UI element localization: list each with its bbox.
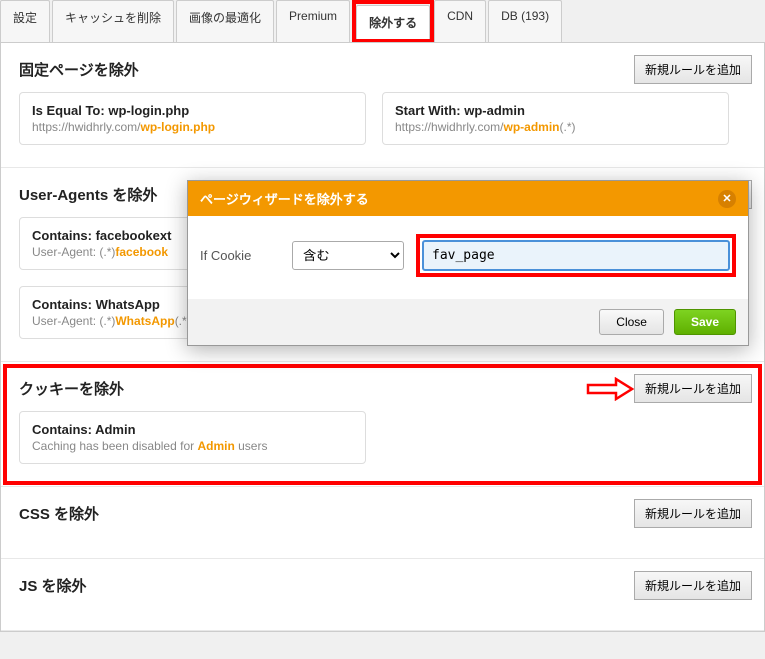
card-sub-prefix: https://hwidhrly.com/ xyxy=(395,120,503,134)
card-title-value: wp-admin xyxy=(464,103,525,118)
card-sub-value: WhatsApp xyxy=(115,314,174,328)
card-title-value: facebookext xyxy=(96,228,172,243)
rule-card[interactable]: Is Equal To: wp-login.php https://hwidhr… xyxy=(19,92,366,145)
card-title-value: Admin xyxy=(95,422,135,437)
page-root: 設定 キャッシュを削除 画像の最適化 Premium 除外する CDN DB (… xyxy=(0,0,765,632)
modal-title: ページウィザードを除外する xyxy=(200,189,369,208)
rule-card[interactable]: Contains: Admin Caching has been disable… xyxy=(19,411,366,464)
card-title-prefix: Contains: xyxy=(32,422,95,437)
modal-header: ページウィザードを除外する ✕ xyxy=(188,181,748,216)
card-sub-prefix: User-Agent: (.*) xyxy=(32,245,115,259)
card-sub-value: Admin xyxy=(197,439,234,453)
section-pages: 固定ページを除外 新規ルールを追加 Is Equal To: wp-login.… xyxy=(1,43,764,168)
card-sub-suffix: users xyxy=(235,439,268,453)
rule-card[interactable]: Start With: wp-admin https://hwidhrly.co… xyxy=(382,92,729,145)
card-sub-value: wp-login.php xyxy=(140,120,215,134)
pages-cards: Is Equal To: wp-login.php https://hwidhr… xyxy=(19,92,746,145)
modal-value-input[interactable] xyxy=(422,240,730,271)
save-button[interactable]: Save xyxy=(674,309,736,335)
card-sub-suffix: (.*) xyxy=(559,120,575,134)
tab-settings[interactable]: 設定 xyxy=(0,0,50,42)
card-title-prefix: Start With: xyxy=(395,103,464,118)
modal-operator-select[interactable]: 含む xyxy=(292,241,404,270)
arrow-right-icon xyxy=(586,377,634,401)
card-subtitle: https://hwidhrly.com/wp-admin(.*) xyxy=(395,120,716,134)
card-title-prefix: Is Equal To: xyxy=(32,103,108,118)
section-css: CSS を除外 新規ルールを追加 xyxy=(1,487,764,559)
tab-delete-cache[interactable]: キャッシュを削除 xyxy=(52,0,174,42)
card-sub-value: facebook xyxy=(115,245,168,259)
add-rule-button-cookies[interactable]: 新規ルールを追加 xyxy=(634,374,752,403)
add-rule-button-pages[interactable]: 新規ルールを追加 xyxy=(634,55,752,84)
card-subtitle: https://hwidhrly.com/wp-login.php xyxy=(32,120,353,134)
tab-bar: 設定 キャッシュを削除 画像の最適化 Premium 除外する CDN DB (… xyxy=(0,0,765,43)
tab-image-optimize[interactable]: 画像の最適化 xyxy=(176,0,274,42)
card-sub-value: wp-admin xyxy=(503,120,559,134)
modal-body: If Cookie 含む xyxy=(188,216,748,299)
card-title: Start With: wp-admin xyxy=(395,103,716,118)
close-icon[interactable]: ✕ xyxy=(718,190,736,208)
exclude-wizard-modal: ページウィザードを除外する ✕ If Cookie 含む Close Save xyxy=(187,180,749,346)
card-subtitle: Caching has been disabled for Admin user… xyxy=(32,439,353,453)
close-button[interactable]: Close xyxy=(599,309,664,335)
card-title: Is Equal To: wp-login.php xyxy=(32,103,353,118)
card-title-value: wp-login.php xyxy=(108,103,189,118)
card-sub-prefix: User-Agent: (.*) xyxy=(32,314,115,328)
annotation-arrow xyxy=(586,377,634,404)
card-sub-prefix: https://hwidhrly.com/ xyxy=(32,120,140,134)
section-cookies: クッキーを除外 新規ルールを追加 Contains: Admin Caching… xyxy=(1,362,764,487)
tab-db[interactable]: DB (193) xyxy=(488,0,562,42)
tab-premium[interactable]: Premium xyxy=(276,0,350,42)
add-rule-button-css[interactable]: 新規ルールを追加 xyxy=(634,499,752,528)
card-title-prefix: Contains: xyxy=(32,297,96,312)
modal-condition-label: If Cookie xyxy=(200,248,280,263)
tab-exclude-highlight: 除外する xyxy=(352,0,434,42)
card-title: Contains: Admin xyxy=(32,422,353,437)
section-js: JS を除外 新規ルールを追加 xyxy=(1,559,764,631)
modal-input-highlight xyxy=(416,234,736,277)
tab-exclude[interactable]: 除外する xyxy=(356,5,430,39)
card-sub-prefix: Caching has been disabled for xyxy=(32,439,197,453)
cookies-cards: Contains: Admin Caching has been disable… xyxy=(19,411,746,464)
card-title-prefix: Contains: xyxy=(32,228,96,243)
modal-footer: Close Save xyxy=(188,299,748,345)
tab-cdn[interactable]: CDN xyxy=(434,0,486,42)
add-rule-button-js[interactable]: 新規ルールを追加 xyxy=(634,571,752,600)
card-title-value: WhatsApp xyxy=(96,297,160,312)
